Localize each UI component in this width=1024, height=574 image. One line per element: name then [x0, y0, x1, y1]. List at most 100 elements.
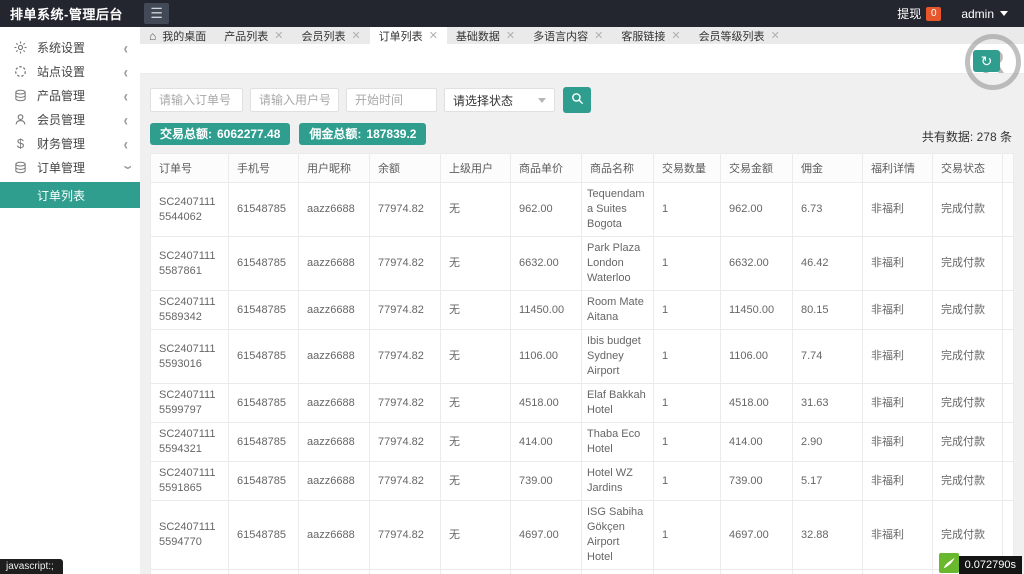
tab-multilanguage-content[interactable]: 多语言内容 ✕ [524, 27, 612, 44]
tab-my-desktop[interactable]: ⌂ 我的桌面 [140, 27, 215, 44]
username: admin [961, 6, 994, 21]
thinkphp-logo-icon [938, 553, 959, 573]
record-count-label: 共有数据: [921, 130, 974, 144]
cell-unit-price: 4518.00 [510, 383, 582, 423]
tab-member-list[interactable]: 会员列表 ✕ [292, 27, 369, 44]
cell-welfare: 非福利 [862, 290, 933, 330]
cell-clipped [1002, 461, 1014, 501]
table-row: SC24071115594770 61548785 aazz6688 77974… [150, 500, 1014, 570]
tab-service-link[interactable]: 客服链接 ✕ [612, 27, 689, 44]
cell-quantity: 1 [653, 329, 721, 384]
sidebar-item-system-settings[interactable]: 系统设置 ‹ [0, 35, 140, 59]
filter-bar: 请选择状态 [150, 87, 1014, 113]
cell-unit-price: 1106.00 [510, 329, 582, 384]
user-no-input[interactable] [250, 88, 339, 112]
cell-balance: 77974.82 [369, 422, 441, 462]
close-icon[interactable]: ✕ [771, 29, 780, 42]
cell-welfare: 非福利 [862, 236, 933, 291]
cell-parent-user: 无 [440, 182, 511, 237]
chevron-left-icon: ‹ [123, 37, 128, 57]
cell-parent-user: 无 [440, 329, 511, 384]
cell-parent-user: 无 [440, 383, 511, 423]
cell-phone: 61548785 [228, 329, 299, 384]
refresh-button[interactable]: ↻ [973, 50, 1000, 72]
table-row: SC24071115591865 61548785 aazz6688 77974… [150, 461, 1014, 501]
close-icon[interactable]: ✕ [671, 29, 680, 42]
chevron-left-icon: ‹ [123, 61, 128, 81]
sidebar: 系统设置 ‹ 站点设置 ‹ 产品管理 ‹ 会员管理 ‹ $ 财务管理 ‹ 订单管… [0, 27, 140, 574]
cell-product-name: ISG Sabiha Gökçen Airport Hotel [581, 500, 654, 570]
close-icon[interactable]: ✕ [429, 29, 438, 42]
cell-order-no: SC24071115597584 [150, 569, 229, 574]
cell-balance: 77974.82 [369, 182, 441, 237]
search-button[interactable] [563, 87, 591, 113]
cell-balance: 77974.82 [369, 461, 441, 501]
cell-parent-user: 无 [440, 290, 511, 330]
cell-unit-price: 962.00 [510, 182, 582, 237]
cell-unit-price: 11450.00 [510, 290, 582, 330]
close-icon[interactable]: ✕ [594, 29, 603, 42]
cell-phone: 61548785 [228, 236, 299, 291]
sidebar-item-product-management[interactable]: 产品管理 ‹ [0, 83, 140, 107]
cell-nickname: aazz6688 [298, 182, 370, 237]
table-row: SC24071115593016 61548785 aazz6688 77974… [150, 329, 1014, 384]
cell-commission: 5.17 [792, 461, 863, 501]
search-icon [571, 92, 584, 108]
cell-status: 完成付款 [932, 182, 1003, 237]
sidebar-item-site-settings[interactable]: 站点设置 ‹ [0, 59, 140, 83]
tab-order-list[interactable]: 订单列表 ✕ [369, 27, 447, 44]
status-select[interactable]: 请选择状态 [444, 88, 555, 112]
tab-basic-data[interactable]: 基础数据 ✕ [447, 27, 524, 44]
withdraw-menu[interactable]: 提现 0 [897, 5, 942, 22]
commission-total-badge: 佣金总额: 187839.2 [299, 122, 427, 145]
start-time-input[interactable] [346, 88, 437, 112]
cell-amount: 962.00 [720, 182, 793, 237]
cell-balance: 77974.82 [369, 329, 441, 384]
cell-nickname: aazz6688 [298, 500, 370, 570]
trade-total-badge: 交易总额: 6062277.48 [150, 122, 291, 145]
tab-product-list[interactable]: 产品列表 ✕ [215, 27, 292, 44]
sidebar-item-order-list[interactable]: 订单列表 [0, 182, 140, 208]
cell-parent-user: 无 [440, 461, 511, 501]
cell-phone: 61548785 [228, 569, 299, 574]
cell-status: 完成付款 [932, 461, 1003, 501]
tab-member-level-list[interactable]: 会员等级列表 ✕ [690, 27, 789, 44]
cell-product-name: Elaf Bakkah Hotel [581, 383, 654, 423]
sidebar-item-member-management[interactable]: 会员管理 ‹ [0, 107, 140, 131]
cell-status: 完成付款 [932, 422, 1003, 462]
cell-balance: 77974.82 [369, 236, 441, 291]
cell-order-no: SC24071115591865 [150, 461, 229, 501]
home-icon: ⌂ [149, 28, 157, 43]
sidebar-toggle-button[interactable]: ☰ [144, 3, 169, 24]
user-menu[interactable]: admin [961, 7, 1008, 21]
close-icon[interactable]: ✕ [351, 29, 360, 42]
cell-amount: 1106.00 [720, 329, 793, 384]
content-area: 请选择状态 交易总额: 6062277.48 佣金总额: 187839.2 共有… [140, 44, 1024, 574]
cell-nickname: aazz6688 [298, 236, 370, 291]
record-count-unit: 条 [999, 130, 1012, 144]
cell-status: 完成付款 [932, 383, 1003, 423]
stack-icon [13, 161, 28, 174]
close-icon[interactable]: ✕ [274, 29, 283, 42]
chevron-left-icon: ‹ [123, 85, 128, 105]
cell-commission: 46.42 [792, 236, 863, 291]
close-icon[interactable]: ✕ [506, 29, 515, 42]
cell-amount: 739.00 [720, 461, 793, 501]
column-header: 用户昵称 [298, 153, 370, 183]
cell-quantity: 1 [653, 461, 721, 501]
cell-order-no: SC24071115589342 [150, 290, 229, 330]
table-row: SC24071115589342 61548785 aazz6688 77974… [150, 290, 1014, 330]
sidebar-item-order-management[interactable]: 订单管理 ‹ [0, 155, 140, 179]
trade-total-label: 交易总额: [160, 127, 212, 141]
orders-table: 订单号 手机号 用户昵称 余额 上级用户 商品单价 商品名称 交易数量 交易金额 佣金 福利详情 交易… [150, 153, 1014, 574]
cell-status: 完成付款 [932, 236, 1003, 291]
cell-unit-price: 4697.00 [510, 500, 582, 570]
withdraw-count-badge: 0 [926, 6, 942, 21]
cell-amount: 3384.00 [720, 569, 793, 574]
order-no-input[interactable] [150, 88, 243, 112]
column-header: 福利详情 [862, 153, 933, 183]
sidebar-item-finance-management[interactable]: $ 财务管理 ‹ [0, 131, 140, 155]
cell-commission: 80.15 [792, 290, 863, 330]
toolbar-strip [140, 44, 1024, 74]
sidebar-item-label: 站点设置 [37, 64, 86, 79]
